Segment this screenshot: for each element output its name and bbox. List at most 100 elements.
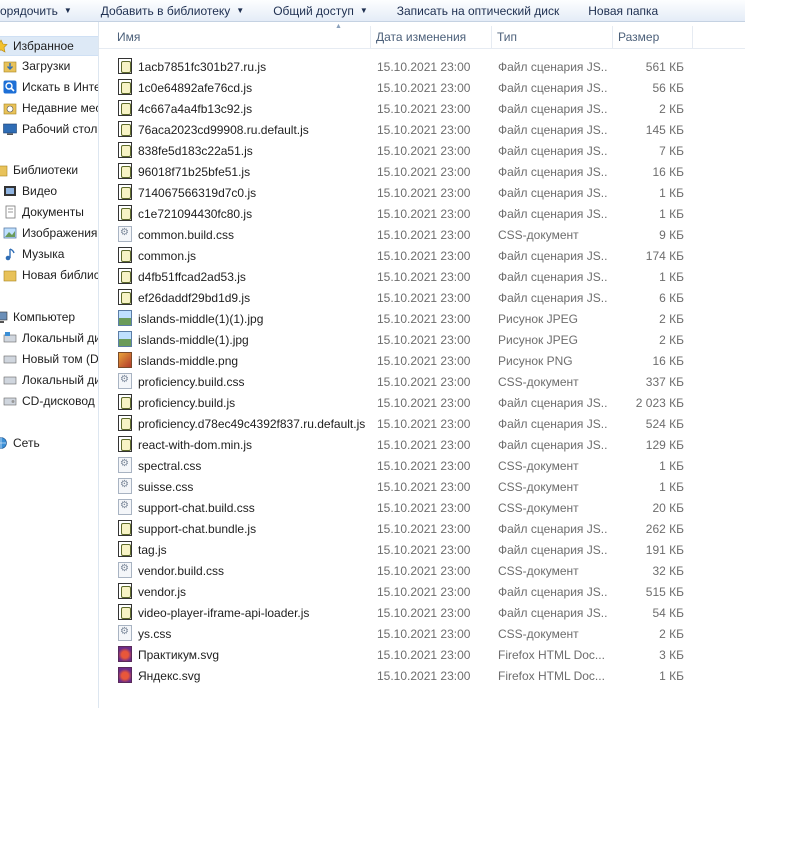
file-row[interactable]: 1c0e64892afe76cd.js 15.10.2021 23:00 Файл … xyxy=(99,77,745,98)
file-row[interactable]: ys.css 15.10.2021 23:00 CSS-документ 2 КБ xyxy=(99,623,745,644)
column-date-label: Дата изменения xyxy=(376,30,467,44)
js-file-icon xyxy=(118,142,132,158)
nav-search-internet[interactable]: Искать в Инте xyxy=(0,77,98,97)
file-row[interactable]: proficiency.build.js 15.10.2021 23:00 Файл… xyxy=(99,392,745,413)
file-name: proficiency.build.js xyxy=(138,395,236,410)
drive-icon xyxy=(3,355,17,364)
file-type: CSS-документ xyxy=(498,479,579,494)
nav-video[interactable]: Видео xyxy=(0,181,98,201)
file-row[interactable]: islands-middle(1)(1).jpg 15.10.2021 23:00… xyxy=(99,308,745,329)
nav-video-label: Видео xyxy=(22,184,58,198)
file-date: 15.10.2021 23:00 xyxy=(377,416,471,431)
nav-new-volume[interactable]: Новый том (D xyxy=(0,349,98,369)
star-icon xyxy=(0,39,8,53)
file-row[interactable]: vendor.js 15.10.2021 23:00 Файл сценария J… xyxy=(99,581,745,602)
nav-local-disk-2[interactable]: Локальный ди xyxy=(0,370,98,390)
organize-button[interactable]: орядочить ▼ xyxy=(0,0,72,21)
file-date: 15.10.2021 23:00 xyxy=(377,353,471,368)
nav-search-internet-label: Искать в Инте xyxy=(22,80,98,94)
burn-button[interactable]: Записать на оптический диск xyxy=(397,0,560,21)
column-date-header[interactable]: Дата изменения xyxy=(371,26,492,48)
svg-file-icon xyxy=(118,646,132,662)
nav-favorites[interactable]: Избранное xyxy=(0,36,98,56)
file-row[interactable]: common.js 15.10.2021 23:00 Файл сценария J… xyxy=(99,245,745,266)
file-row[interactable]: ef26daddf29bd1d9.js 15.10.2021 23:00 Файл … xyxy=(99,287,745,308)
nav-documents[interactable]: Документы xyxy=(0,202,98,222)
new-folder-button[interactable]: Новая папка xyxy=(588,0,658,21)
file-date: 15.10.2021 23:00 xyxy=(377,521,471,536)
file-name: common.js xyxy=(138,248,197,263)
file-row[interactable]: react-with-dom.min.js 15.10.2021 23:00 Фай… xyxy=(99,434,745,455)
file-row[interactable]: 714067566319d7c0.js 15.10.2021 23:00 Файл … xyxy=(99,182,745,203)
file-row[interactable]: video-player-iframe-api-loader.js 15.10.2… xyxy=(99,602,745,623)
file-name: support-chat.bundle.js xyxy=(138,521,257,536)
file-row[interactable]: d4fb51ffcad2ad53.js 15.10.2021 23:00 Файл … xyxy=(99,266,745,287)
file-type: Firefox HTML Doc... xyxy=(498,647,605,662)
js-file-icon xyxy=(118,394,132,410)
file-row[interactable]: proficiency.d78ec49c4392f837.ru.default.… xyxy=(99,413,745,434)
nav-network[interactable]: Сеть xyxy=(0,433,98,453)
chevron-down-icon: ▼ xyxy=(359,6,368,15)
file-name: Практикум.svg xyxy=(138,647,220,662)
file-date: 15.10.2021 23:00 xyxy=(377,563,471,578)
file-row[interactable]: support-chat.build.css 15.10.2021 23:00 CS… xyxy=(99,497,745,518)
file-row[interactable]: 838fe5d183c22a51.js 15.10.2021 23:00 Файл … xyxy=(99,140,745,161)
js-file-icon xyxy=(118,436,132,452)
nav-network-label: Сеть xyxy=(13,436,40,450)
file-size: 9 КБ xyxy=(659,227,684,242)
file-row[interactable]: c1e721094430fc80.js 15.10.2021 23:00 Файл … xyxy=(99,203,745,224)
nav-music[interactable]: Музыка xyxy=(0,244,98,264)
file-size: 2 КБ xyxy=(659,101,684,116)
command-bar: орядочить ▼ Добавить в библиотеку ▼ Общи… xyxy=(0,0,745,22)
nav-computer[interactable]: Компьютер xyxy=(0,307,98,327)
add-to-library-button[interactable]: Добавить в библиотеку ▼ xyxy=(101,0,244,21)
file-row[interactable]: spectral.css 15.10.2021 23:00 CSS-документ… xyxy=(99,455,745,476)
file-row[interactable]: support-chat.bundle.js 15.10.2021 23:00 Фа… xyxy=(99,518,745,539)
file-row[interactable]: vendor.build.css 15.10.2021 23:00 CSS-доку… xyxy=(99,560,745,581)
file-date: 15.10.2021 23:00 xyxy=(377,143,471,158)
file-size: 2 КБ xyxy=(659,626,684,641)
file-row[interactable]: 76aca2023cd99908.ru.default.js 15.10.2021… xyxy=(99,119,745,140)
nav-new-library[interactable]: Новая библис xyxy=(0,265,98,285)
nav-libraries[interactable]: Библиотеки xyxy=(0,160,98,180)
column-type-header[interactable]: Тип xyxy=(492,26,613,48)
nav-cd-drive[interactable]: CD-дисковод xyxy=(0,391,98,411)
file-size: 174 КБ xyxy=(645,248,684,263)
file-row[interactable]: Практикум.svg 15.10.2021 23:00 Firefox HTM… xyxy=(99,644,745,665)
column-name-header[interactable]: Имя xyxy=(112,26,371,48)
file-row[interactable]: proficiency.build.css 15.10.2021 23:00 CSS… xyxy=(99,371,745,392)
file-name: common.build.css xyxy=(138,227,235,242)
nav-documents-label: Документы xyxy=(22,205,84,219)
nav-recent[interactable]: Недавние мес xyxy=(0,98,98,118)
nav-libraries-label: Библиотеки xyxy=(13,163,79,177)
css-file-icon xyxy=(118,562,132,578)
css-file-icon xyxy=(118,625,132,641)
desktop-icon xyxy=(3,123,17,135)
file-date: 15.10.2021 23:00 xyxy=(377,500,471,515)
file-date: 15.10.2021 23:00 xyxy=(377,605,471,620)
share-button[interactable]: Общий доступ ▼ xyxy=(273,0,368,21)
js-file-icon xyxy=(118,184,132,200)
file-row[interactable]: islands-middle(1).jpg 15.10.2021 23:00 Рис… xyxy=(99,329,745,350)
css-file-icon xyxy=(118,226,132,242)
cd-drive-icon xyxy=(3,397,17,406)
nav-downloads[interactable]: Загрузки xyxy=(0,56,98,76)
nav-local-disk-1[interactable]: Локальный ди xyxy=(0,328,98,348)
file-row[interactable]: 96018f71b25bfe51.js 15.10.2021 23:00 Файл … xyxy=(99,161,745,182)
file-row[interactable]: suisse.css 15.10.2021 23:00 CSS-документ 1 … xyxy=(99,476,745,497)
js-file-icon xyxy=(118,583,132,599)
jpeg-image-icon xyxy=(118,310,132,326)
file-name: islands-middle(1)(1).jpg xyxy=(138,311,264,326)
file-row[interactable]: 4c667a4a4fb13c92.js 15.10.2021 23:00 Файл … xyxy=(99,98,745,119)
nav-images[interactable]: Изображения xyxy=(0,223,98,243)
file-date: 15.10.2021 23:00 xyxy=(377,647,471,662)
file-row[interactable]: tag.js 15.10.2021 23:00 Файл сценария JS..… xyxy=(99,539,745,560)
file-row[interactable]: islands-middle.png 15.10.2021 23:00 Рисуно… xyxy=(99,350,745,371)
file-row[interactable]: 1acb7851fc301b27.ru.js 15.10.2021 23:00 Фа… xyxy=(99,56,745,77)
file-type: CSS-документ xyxy=(498,563,579,578)
column-size-header[interactable]: Размер xyxy=(613,26,693,48)
file-row[interactable]: common.build.css 15.10.2021 23:00 CSS-доку… xyxy=(99,224,745,245)
nav-desktop[interactable]: Рабочий стол xyxy=(0,119,98,139)
navigation-pane: Избранное Загрузки Искать в Инте Недавни… xyxy=(0,22,99,708)
file-row[interactable]: Яндекс.svg 15.10.2021 23:00 Firefox HTML D… xyxy=(99,665,745,686)
